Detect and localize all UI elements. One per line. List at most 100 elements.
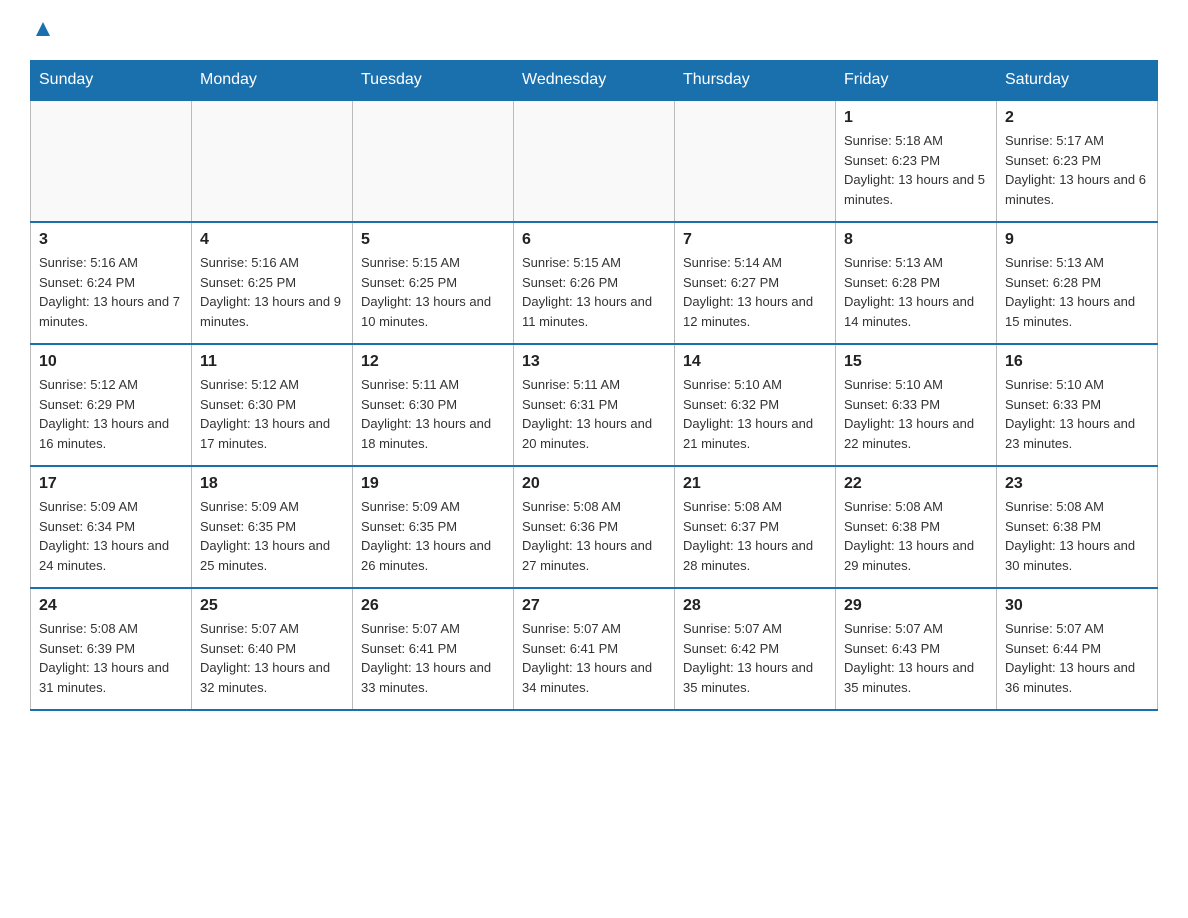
day-number: 26	[361, 597, 505, 615]
day-number: 27	[522, 597, 666, 615]
day-number: 11	[200, 353, 344, 371]
day-info: Sunrise: 5:09 AMSunset: 6:34 PMDaylight:…	[39, 497, 183, 575]
calendar-week-row: 10Sunrise: 5:12 AMSunset: 6:29 PMDayligh…	[31, 344, 1158, 466]
day-number: 29	[844, 597, 988, 615]
day-info: Sunrise: 5:07 AMSunset: 6:43 PMDaylight:…	[844, 619, 988, 697]
day-info: Sunrise: 5:08 AMSunset: 6:39 PMDaylight:…	[39, 619, 183, 697]
day-number: 17	[39, 475, 183, 493]
calendar-cell: 8 Sunrise: 5:13 AMSunset: 6:28 PMDaylight…	[836, 222, 997, 344]
calendar-cell: 18 Sunrise: 5:09 AMSunset: 6:35 PMDayligh…	[192, 466, 353, 588]
calendar-cell	[675, 100, 836, 222]
day-number: 18	[200, 475, 344, 493]
day-info: Sunrise: 5:10 AMSunset: 6:33 PMDaylight:…	[844, 375, 988, 453]
day-info: Sunrise: 5:12 AMSunset: 6:29 PMDaylight:…	[39, 375, 183, 453]
day-info: Sunrise: 5:08 AMSunset: 6:37 PMDaylight:…	[683, 497, 827, 575]
day-number: 19	[361, 475, 505, 493]
day-info: Sunrise: 5:07 AMSunset: 6:41 PMDaylight:…	[361, 619, 505, 697]
calendar-cell: 24 Sunrise: 5:08 AMSunset: 6:39 PMDayligh…	[31, 588, 192, 710]
calendar-cell: 7 Sunrise: 5:14 AMSunset: 6:27 PMDaylight…	[675, 222, 836, 344]
day-info: Sunrise: 5:11 AMSunset: 6:31 PMDaylight:…	[522, 375, 666, 453]
day-number: 23	[1005, 475, 1149, 493]
day-info: Sunrise: 5:07 AMSunset: 6:44 PMDaylight:…	[1005, 619, 1149, 697]
calendar-cell	[192, 100, 353, 222]
calendar-cell: 23 Sunrise: 5:08 AMSunset: 6:38 PMDayligh…	[997, 466, 1158, 588]
calendar-cell: 5Sunrise: 5:15 AMSunset: 6:25 PMDaylight…	[353, 222, 514, 344]
day-info: Sunrise: 5:08 AMSunset: 6:38 PMDaylight:…	[1005, 497, 1149, 575]
day-number: 25	[200, 597, 344, 615]
day-info: Sunrise: 5:07 AMSunset: 6:40 PMDaylight:…	[200, 619, 344, 697]
day-info: Sunrise: 5:09 AMSunset: 6:35 PMDaylight:…	[361, 497, 505, 575]
calendar-cell: 28Sunrise: 5:07 AMSunset: 6:42 PMDayligh…	[675, 588, 836, 710]
calendar-cell: 30 Sunrise: 5:07 AMSunset: 6:44 PMDayligh…	[997, 588, 1158, 710]
day-number: 24	[39, 597, 183, 615]
calendar-cell: 19 Sunrise: 5:09 AMSunset: 6:35 PMDayligh…	[353, 466, 514, 588]
calendar-cell: 25 Sunrise: 5:07 AMSunset: 6:40 PMDayligh…	[192, 588, 353, 710]
day-info: Sunrise: 5:15 AMSunset: 6:25 PMDaylight:…	[361, 253, 505, 331]
day-number: 13	[522, 353, 666, 371]
day-number: 7	[683, 231, 827, 249]
calendar-cell: 20 Sunrise: 5:08 AMSunset: 6:36 PMDayligh…	[514, 466, 675, 588]
calendar-cell	[353, 100, 514, 222]
day-info: Sunrise: 5:13 AMSunset: 6:28 PMDaylight:…	[844, 253, 988, 331]
calendar-cell: 12 Sunrise: 5:11 AMSunset: 6:30 PMDayligh…	[353, 344, 514, 466]
day-info: Sunrise: 5:10 AMSunset: 6:32 PMDaylight:…	[683, 375, 827, 453]
calendar-cell: 6 Sunrise: 5:15 AMSunset: 6:26 PMDaylight…	[514, 222, 675, 344]
day-info: Sunrise: 5:09 AMSunset: 6:35 PMDaylight:…	[200, 497, 344, 575]
day-info: Sunrise: 5:18 AMSunset: 6:23 PMDaylight:…	[844, 131, 988, 209]
day-number: 30	[1005, 597, 1149, 615]
day-number: 20	[522, 475, 666, 493]
day-info: Sunrise: 5:08 AMSunset: 6:38 PMDaylight:…	[844, 497, 988, 575]
calendar-cell: 22 Sunrise: 5:08 AMSunset: 6:38 PMDayligh…	[836, 466, 997, 588]
weekday-header-row: SundayMondayTuesdayWednesdayThursdayFrid…	[31, 61, 1158, 101]
calendar-cell: 2Sunrise: 5:17 AMSunset: 6:23 PMDaylight…	[997, 100, 1158, 222]
weekday-header-thursday: Thursday	[675, 61, 836, 101]
calendar-cell: 3Sunrise: 5:16 AMSunset: 6:24 PMDaylight…	[31, 222, 192, 344]
day-number: 21	[683, 475, 827, 493]
calendar-cell: 16 Sunrise: 5:10 AMSunset: 6:33 PMDayligh…	[997, 344, 1158, 466]
weekday-header-saturday: Saturday	[997, 61, 1158, 101]
calendar-week-row: 24 Sunrise: 5:08 AMSunset: 6:39 PMDayligh…	[31, 588, 1158, 710]
day-number: 15	[844, 353, 988, 371]
calendar-week-row: 1 Sunrise: 5:18 AMSunset: 6:23 PMDaylight…	[31, 100, 1158, 222]
calendar-cell: 13 Sunrise: 5:11 AMSunset: 6:31 PMDayligh…	[514, 344, 675, 466]
weekday-header-friday: Friday	[836, 61, 997, 101]
calendar-cell: 26 Sunrise: 5:07 AMSunset: 6:41 PMDayligh…	[353, 588, 514, 710]
calendar-cell: 17 Sunrise: 5:09 AMSunset: 6:34 PMDayligh…	[31, 466, 192, 588]
calendar-cell: 1 Sunrise: 5:18 AMSunset: 6:23 PMDaylight…	[836, 100, 997, 222]
calendar-cell: 29 Sunrise: 5:07 AMSunset: 6:43 PMDayligh…	[836, 588, 997, 710]
day-info: Sunrise: 5:07 AMSunset: 6:41 PMDaylight:…	[522, 619, 666, 697]
weekday-header-monday: Monday	[192, 61, 353, 101]
day-number: 1	[844, 109, 988, 127]
day-info: Sunrise: 5:08 AMSunset: 6:36 PMDaylight:…	[522, 497, 666, 575]
calendar-cell: 21 Sunrise: 5:08 AMSunset: 6:37 PMDayligh…	[675, 466, 836, 588]
day-number: 14	[683, 353, 827, 371]
day-info: Sunrise: 5:10 AMSunset: 6:33 PMDaylight:…	[1005, 375, 1149, 453]
day-number: 16	[1005, 353, 1149, 371]
day-number: 12	[361, 353, 505, 371]
calendar-week-row: 17 Sunrise: 5:09 AMSunset: 6:34 PMDayligh…	[31, 466, 1158, 588]
day-info: Sunrise: 5:13 AMSunset: 6:28 PMDaylight:…	[1005, 253, 1149, 331]
day-info: Sunrise: 5:17 AMSunset: 6:23 PMDaylight:…	[1005, 131, 1149, 209]
calendar-cell: 14 Sunrise: 5:10 AMSunset: 6:32 PMDayligh…	[675, 344, 836, 466]
logo	[30, 20, 66, 40]
day-info: Sunrise: 5:14 AMSunset: 6:27 PMDaylight:…	[683, 253, 827, 331]
day-number: 8	[844, 231, 988, 249]
logo-triangle-icon	[32, 18, 54, 40]
page-header	[30, 20, 1158, 40]
day-info: Sunrise: 5:11 AMSunset: 6:30 PMDaylight:…	[361, 375, 505, 453]
calendar-cell: 4Sunrise: 5:16 AMSunset: 6:25 PMDaylight…	[192, 222, 353, 344]
day-info: Sunrise: 5:12 AMSunset: 6:30 PMDaylight:…	[200, 375, 344, 453]
day-number: 4	[200, 231, 344, 249]
calendar-week-row: 3Sunrise: 5:16 AMSunset: 6:24 PMDaylight…	[31, 222, 1158, 344]
day-number: 6	[522, 231, 666, 249]
day-info: Sunrise: 5:15 AMSunset: 6:26 PMDaylight:…	[522, 253, 666, 331]
calendar-cell	[514, 100, 675, 222]
calendar-cell: 27 Sunrise: 5:07 AMSunset: 6:41 PMDayligh…	[514, 588, 675, 710]
calendar-cell: 9Sunrise: 5:13 AMSunset: 6:28 PMDaylight…	[997, 222, 1158, 344]
weekday-header-sunday: Sunday	[31, 61, 192, 101]
calendar-cell: 11 Sunrise: 5:12 AMSunset: 6:30 PMDayligh…	[192, 344, 353, 466]
day-info: Sunrise: 5:16 AMSunset: 6:24 PMDaylight:…	[39, 253, 183, 331]
day-number: 22	[844, 475, 988, 493]
calendar-table: SundayMondayTuesdayWednesdayThursdayFrid…	[30, 60, 1158, 711]
day-info: Sunrise: 5:07 AMSunset: 6:42 PMDaylight:…	[683, 619, 827, 697]
